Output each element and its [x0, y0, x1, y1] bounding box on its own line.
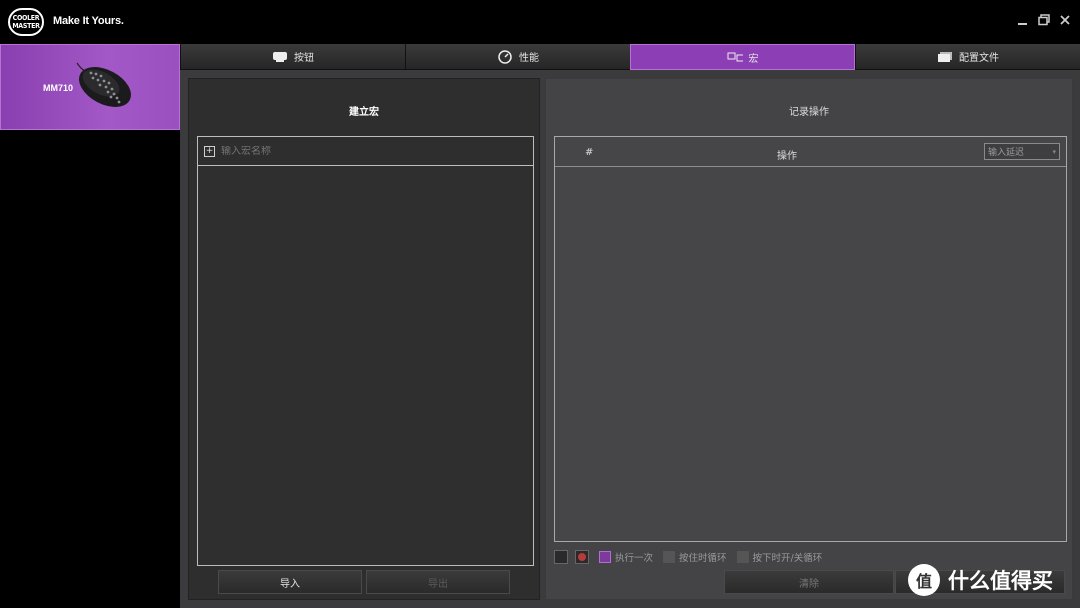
- smzdm-watermark: 值 什么值得买: [908, 562, 1053, 598]
- tab-label: 按钮: [294, 53, 314, 64]
- run-once-checkbox[interactable]: [599, 551, 611, 563]
- add-macro-icon[interactable]: +: [204, 146, 215, 157]
- chevron-down-icon: ▾: [1052, 147, 1056, 156]
- tab-label: 性能: [519, 53, 539, 64]
- tab-macro[interactable]: 宏: [630, 44, 855, 70]
- import-button[interactable]: 导入: [218, 570, 362, 594]
- actions-table[interactable]: # 操作 输入延迟 ▾: [554, 136, 1067, 542]
- profile-icon: [937, 51, 953, 63]
- export-button[interactable]: 导出: [366, 570, 510, 594]
- toggle-loop-label: 按下时开/关循环: [752, 553, 823, 564]
- macro-icon: [727, 51, 743, 63]
- clear-button[interactable]: 清除: [724, 570, 894, 594]
- tab-performance[interactable]: 性能: [405, 44, 630, 70]
- create-macro-panel: 建立宏 + 导入 导出: [188, 78, 540, 600]
- record-button[interactable]: [575, 550, 589, 564]
- restore-icon[interactable]: [1036, 14, 1052, 30]
- tagline: Make It Yours.: [53, 15, 124, 27]
- delay-placeholder: 输入延迟: [988, 148, 1025, 158]
- tab-bar: 按钮 性能 宏 配置文件: [180, 44, 1080, 70]
- delay-input[interactable]: 输入延迟 ▾: [984, 143, 1060, 160]
- mouse-icon: [272, 51, 288, 63]
- table-header: # 操作 输入延迟 ▾: [555, 137, 1066, 167]
- logo-line-2: MASTER: [12, 22, 40, 30]
- tab-label: 宏: [748, 53, 759, 65]
- panel-title: 记录操作: [789, 107, 829, 118]
- tab-profiles[interactable]: 配置文件: [855, 44, 1080, 70]
- stop-icon[interactable]: [554, 550, 568, 564]
- watermark-logo-icon: 值: [908, 564, 940, 596]
- device-card-mm710[interactable]: MM710: [0, 44, 180, 130]
- panel-title: 建立宏: [349, 107, 379, 118]
- gauge-icon: [497, 49, 513, 64]
- logo-line-1: COOLER: [12, 14, 40, 22]
- macro-name-row: +: [197, 136, 534, 166]
- device-name: MM710: [43, 83, 74, 93]
- record-options: 执行一次 按住时循环 按下时开/关循环: [554, 549, 822, 565]
- tab-label: 配置文件: [959, 53, 999, 64]
- record-dot-icon: [578, 553, 586, 561]
- mouse-image: [76, 62, 131, 107]
- close-icon[interactable]: [1057, 14, 1073, 30]
- loop-while-held-checkbox[interactable]: [663, 551, 676, 563]
- column-header-index: #: [585, 147, 594, 158]
- device-sidebar: MM710: [0, 44, 180, 608]
- tab-buttons[interactable]: 按钮: [180, 44, 405, 70]
- macro-name-input[interactable]: [221, 146, 501, 157]
- cooler-master-logo: COOLER MASTER: [8, 8, 44, 36]
- minimize-icon[interactable]: [1015, 14, 1031, 30]
- macro-list[interactable]: [197, 165, 534, 566]
- title-bar: COOLER MASTER Make It Yours.: [0, 0, 1080, 44]
- column-header-action: 操作: [777, 151, 797, 162]
- main-area: 按钮 性能 宏 配置文件 建立宏 + 导入 导出: [180, 44, 1080, 608]
- toggle-loop-checkbox[interactable]: [736, 551, 749, 563]
- run-once-label: 执行一次: [615, 553, 654, 564]
- loop-while-held-label: 按住时循环: [679, 553, 727, 564]
- record-actions-panel: 记录操作 # 操作 输入延迟 ▾ 执行一次 按住时循环 按下时开/关循环 清除: [545, 78, 1073, 600]
- watermark-text: 什么值得买: [948, 569, 1053, 593]
